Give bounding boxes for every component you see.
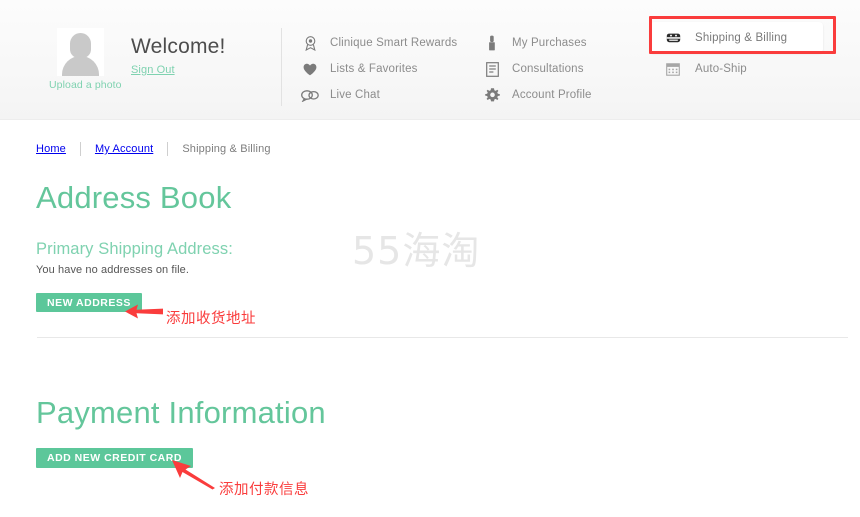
site-watermark: 55海淘 bbox=[352, 229, 481, 273]
calendar-icon bbox=[663, 62, 683, 76]
header-nav-column-2: My Purchases Consultations Account Profi… bbox=[482, 30, 592, 108]
nav-item-account-profile[interactable]: Account Profile bbox=[482, 82, 592, 108]
heart-icon bbox=[300, 60, 320, 78]
sign-out-link[interactable]: Sign Out bbox=[131, 64, 226, 76]
no-addresses-message: You have no addresses on file. bbox=[36, 264, 190, 276]
nav-label: Auto-Ship bbox=[695, 62, 747, 75]
breadcrumb-item-my-account[interactable]: My Account bbox=[95, 143, 153, 155]
avatar-body-shape bbox=[61, 56, 99, 76]
breadcrumb-separator bbox=[79, 142, 81, 156]
nav-item-consultations[interactable]: Consultations bbox=[482, 56, 592, 82]
nav-item-lists-favorites[interactable]: Lists & Favorites bbox=[300, 56, 457, 82]
award-ribbon-icon bbox=[300, 34, 320, 52]
avatar[interactable] bbox=[56, 28, 104, 76]
annotation-text-payment: 添加付款信息 bbox=[219, 482, 309, 498]
avatar-block[interactable]: Upload a photo bbox=[49, 28, 122, 91]
annotation-arrow-address bbox=[124, 303, 164, 326]
nav-item-my-purchases[interactable]: My Purchases bbox=[482, 30, 592, 56]
nav-item-auto-ship[interactable]: Auto-Ship bbox=[650, 53, 823, 84]
nav-label: Live Chat bbox=[330, 89, 380, 101]
annotation-text-address: 添加收货地址 bbox=[166, 311, 256, 327]
chat-bubbles-icon bbox=[300, 86, 320, 104]
page-root: Upload a photo Welcome! Sign Out Cliniqu… bbox=[0, 0, 860, 517]
nav-label: Clinique Smart Rewards bbox=[330, 37, 458, 49]
nav-label: Consultations bbox=[512, 63, 584, 75]
upload-photo-link[interactable]: Upload a photo bbox=[49, 79, 122, 91]
nav-label: Shipping & Billing bbox=[695, 31, 788, 44]
header-nav-column-1: Clinique Smart Rewards Lists & Favorites bbox=[300, 30, 457, 108]
breadcrumb: Home My Account Shipping & Billing bbox=[36, 142, 271, 156]
nav-label: Account Profile bbox=[512, 89, 592, 101]
section-divider bbox=[37, 337, 848, 338]
primary-shipping-address-label: Primary Shipping Address: bbox=[36, 240, 233, 258]
gear-icon bbox=[482, 86, 502, 104]
document-icon bbox=[482, 60, 502, 78]
breadcrumb-separator bbox=[167, 142, 169, 156]
nav-item-clinique-smart-rewards[interactable]: Clinique Smart Rewards bbox=[300, 30, 457, 56]
account-header: Upload a photo Welcome! Sign Out Cliniqu… bbox=[0, 0, 860, 120]
welcome-block: Welcome! Sign Out bbox=[131, 36, 226, 76]
page-title-payment-information: Payment Information bbox=[36, 395, 326, 430]
nav-item-live-chat[interactable]: Live Chat bbox=[300, 82, 457, 108]
nav-label: Lists & Favorites bbox=[330, 63, 418, 75]
truck-shipping-icon bbox=[663, 31, 683, 45]
nav-item-shipping-billing[interactable]: Shipping & Billing bbox=[650, 22, 823, 53]
page-title-address-book: Address Book bbox=[36, 180, 232, 215]
header-nav-column-3: Shipping & Billing Auto-Ship bbox=[650, 22, 823, 84]
welcome-title: Welcome! bbox=[131, 35, 226, 58]
avatar-head-shape bbox=[69, 33, 91, 58]
annotation-arrow-payment bbox=[170, 458, 216, 495]
nav-label: My Purchases bbox=[512, 37, 587, 49]
breadcrumb-item-home[interactable]: Home bbox=[36, 143, 66, 155]
header-vertical-divider bbox=[281, 28, 282, 106]
lipstick-icon bbox=[482, 34, 502, 52]
breadcrumb-item-current: Shipping & Billing bbox=[182, 143, 271, 155]
